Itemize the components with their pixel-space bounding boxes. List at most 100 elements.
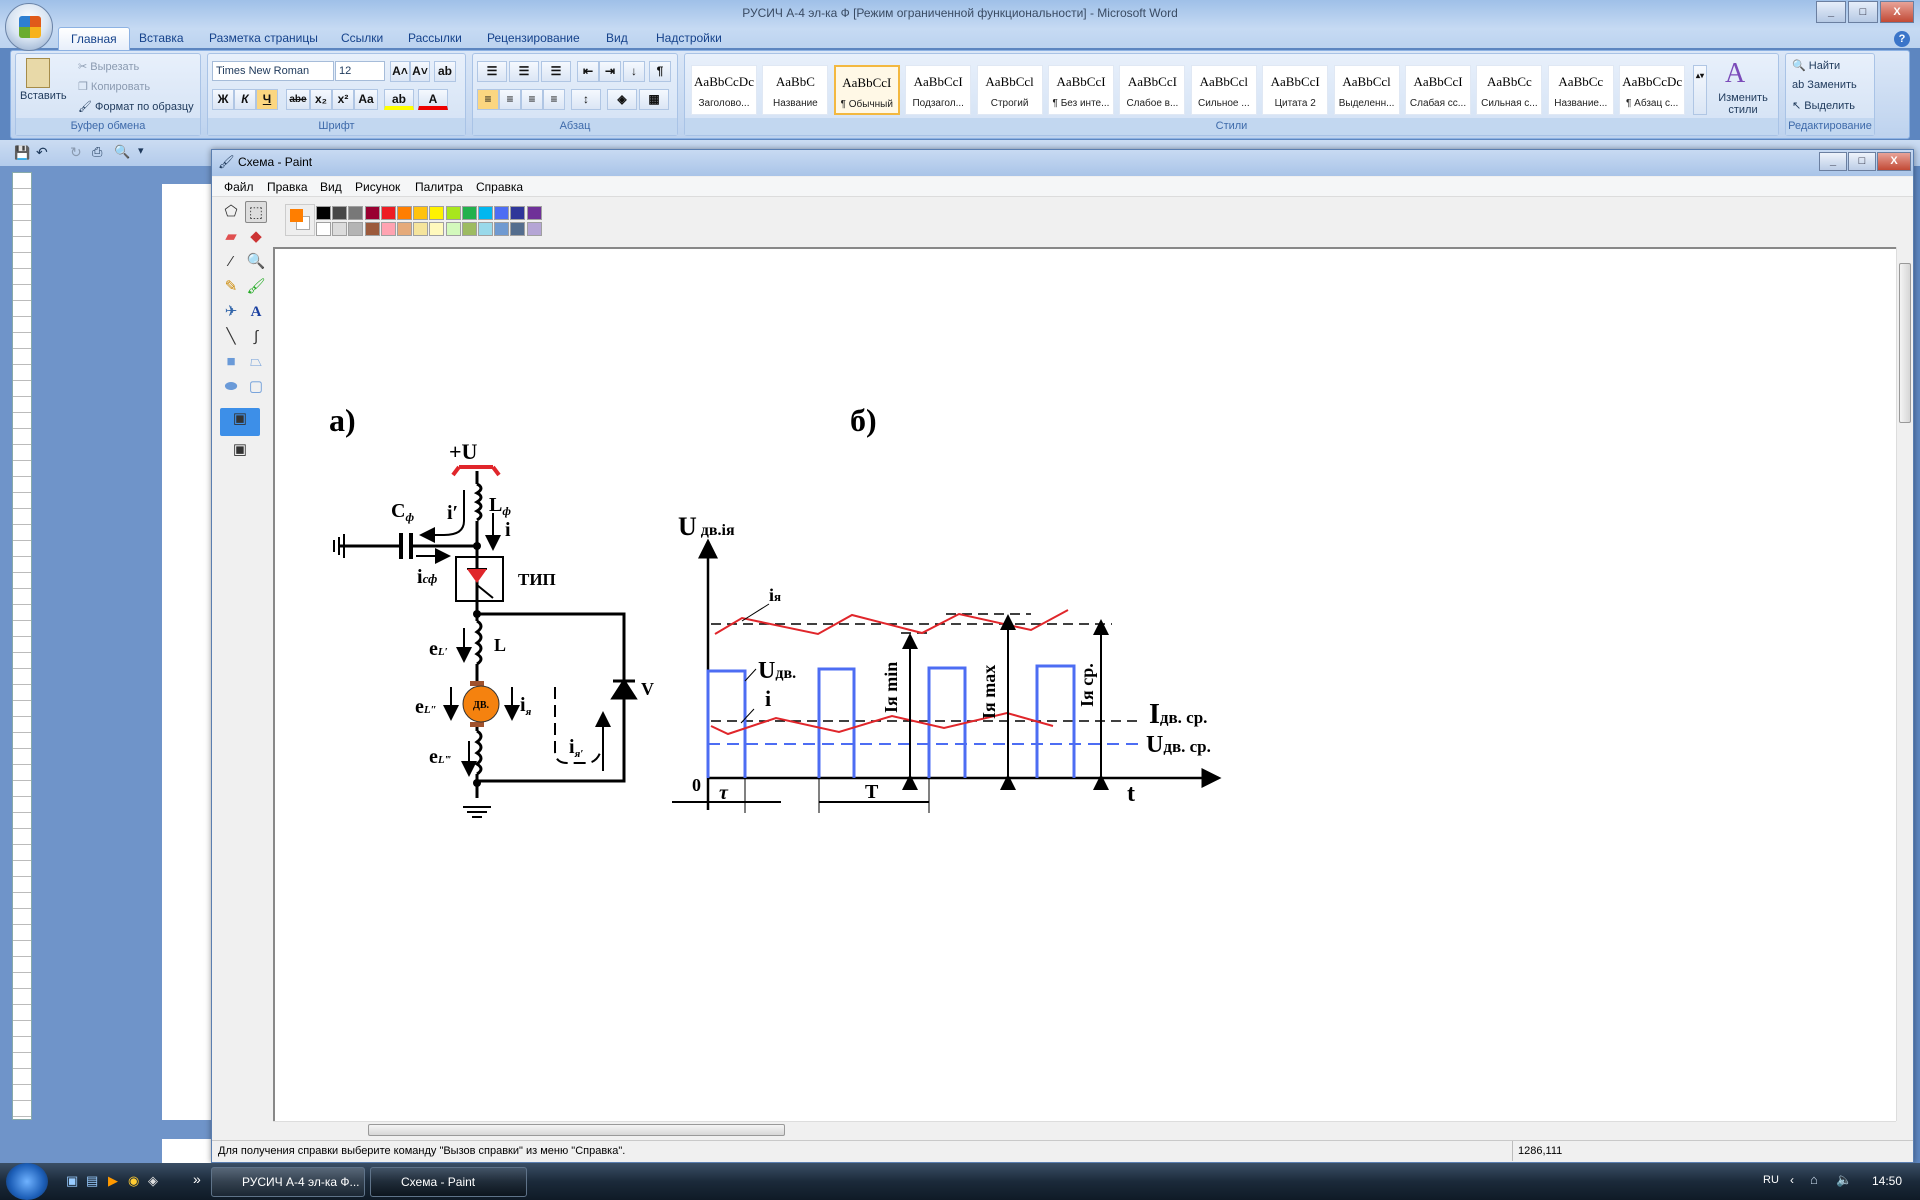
highlight-button[interactable]: ab (384, 89, 414, 110)
palette-color[interactable] (494, 206, 510, 220)
style-item[interactable]: AaBbCcI ¶ Обычный (833, 65, 900, 115)
copy-button[interactable]: ❐ Копировать (78, 80, 150, 93)
ellipse-icon[interactable]: ⬬ (220, 376, 242, 398)
text-icon[interactable]: A (245, 301, 267, 323)
media-player-icon[interactable]: ▶ (108, 1173, 118, 1189)
style-item[interactable]: AaBbCcI Подзагол... (905, 65, 972, 115)
menu-edit[interactable]: Правка (267, 180, 308, 194)
palette-color[interactable] (478, 206, 493, 220)
rectangle-icon[interactable]: ■ (220, 351, 242, 373)
shading-button[interactable]: ◈ (607, 89, 637, 110)
font-color-button[interactable]: A (418, 89, 448, 110)
volume-icon[interactable]: 🔈 (1836, 1172, 1852, 1188)
paint-close-button[interactable]: X (1877, 152, 1911, 171)
multilevel-button[interactable]: ☰ (541, 61, 571, 82)
taskbar-paint[interactable]: Схема - Paint (370, 1167, 527, 1197)
palette-color[interactable] (510, 222, 526, 236)
style-item[interactable]: AaBbCcDc Заголово... (691, 65, 757, 115)
paste-button[interactable]: Вставить (20, 90, 67, 102)
underline-button[interactable]: Ч (256, 89, 278, 110)
style-item[interactable]: AaBbCcl Строгий (976, 65, 1043, 115)
tab-review[interactable]: Рецензирование (487, 31, 580, 45)
taskbar-word[interactable]: РУСИЧ А-4 эл-ка Ф... (211, 1167, 365, 1197)
current-colors[interactable] (285, 204, 315, 236)
find-button[interactable]: 🔍 Найти (1792, 59, 1840, 72)
airbrush-icon[interactable]: ✈ (220, 301, 242, 323)
palette-color[interactable] (526, 206, 542, 220)
palette-color[interactable] (445, 206, 461, 220)
close-button[interactable]: X (1880, 1, 1914, 23)
style-item[interactable]: AaBbCcI Цитата 2 (1262, 65, 1329, 115)
palette-color[interactable] (397, 206, 412, 220)
align-left-button[interactable]: ≡ (477, 89, 499, 110)
style-item[interactable]: AaBbC Название (762, 65, 829, 115)
network-icon[interactable]: ⌂ (1810, 1172, 1818, 1187)
tab-mailings[interactable]: Рассылки (408, 31, 462, 45)
style-item[interactable]: AaBbCcDc ¶ Абзац с... (1619, 65, 1686, 115)
document-page[interactable] (162, 1139, 211, 1163)
palette-color[interactable] (348, 222, 364, 236)
subscript-button[interactable]: x₂ (310, 89, 332, 110)
tab-view[interactable]: Вид (606, 31, 628, 45)
borders-button[interactable]: ▦ (639, 89, 669, 110)
menu-image[interactable]: Рисунок (355, 180, 400, 194)
palette-color[interactable] (461, 222, 477, 236)
select-button[interactable]: ↖ Выделить (1792, 99, 1855, 112)
style-item[interactable]: AaBbCcI ¶ Без инте... (1048, 65, 1114, 115)
numbering-button[interactable]: ☰ (509, 61, 539, 82)
shrink-font-button[interactable]: A˅ (410, 61, 430, 82)
app-icon[interactable]: ◈ (148, 1173, 158, 1189)
curve-icon[interactable]: ∫ (245, 326, 267, 348)
style-item[interactable]: AaBbCcl Сильное ... (1190, 65, 1257, 115)
replace-button[interactable]: ab Заменить (1792, 79, 1857, 91)
increase-indent-button[interactable]: ⇥ (599, 61, 621, 82)
tab-addins[interactable]: Надстройки (656, 31, 722, 45)
menu-help[interactable]: Справка (476, 180, 523, 194)
strikethrough-button[interactable]: abe (286, 89, 310, 110)
menu-colors[interactable]: Палитра (415, 180, 463, 194)
palette-color[interactable] (332, 222, 348, 236)
document-page[interactable] (162, 184, 211, 1120)
drawing-canvas[interactable]: а) б) ДВ. +U Cф i′ Lф i iсф ТИП eL′ L eL… (273, 247, 1896, 1121)
horizontal-scroll-thumb[interactable] (368, 1124, 785, 1136)
decrease-indent-button[interactable]: ⇤ (577, 61, 599, 82)
rect-select-icon[interactable]: ⬚ (245, 201, 267, 223)
palette-color[interactable] (478, 222, 493, 236)
maximize-button[interactable]: □ (1848, 1, 1878, 23)
office-button[interactable] (5, 3, 53, 51)
palette-color[interactable] (510, 206, 526, 220)
tab-home[interactable]: Главная (58, 27, 130, 51)
save-icon[interactable]: 💾 (14, 145, 30, 161)
style-item[interactable]: AaBbCcI Слабое в... (1119, 65, 1186, 115)
palette-color[interactable] (429, 206, 445, 220)
style-item[interactable]: AaBbCcl Выделенн... (1333, 65, 1400, 115)
tab-references[interactable]: Ссылки (341, 31, 383, 45)
palette-color[interactable] (429, 222, 445, 236)
palette-color[interactable] (397, 222, 412, 236)
help-button[interactable]: ? (1894, 31, 1910, 47)
start-button[interactable] (6, 1163, 48, 1200)
rounded-rect-icon[interactable]: ▢ (245, 376, 267, 398)
switch-windows-icon[interactable]: ▤ (86, 1173, 98, 1189)
palette-color[interactable] (445, 222, 461, 236)
print-preview-icon[interactable]: 🔍 (114, 144, 130, 160)
tab-insert[interactable]: Вставка (139, 31, 184, 45)
change-styles-button[interactable]: Изменить стили (1715, 92, 1771, 116)
opaque-selection-option[interactable]: ▣ (220, 408, 260, 436)
line-spacing-button[interactable]: ↕ (571, 89, 601, 110)
superscript-button[interactable]: x² (332, 89, 354, 110)
sort-button[interactable]: ↓ (623, 61, 645, 82)
clock[interactable]: 14:50 (1872, 1174, 1902, 1188)
line-icon[interactable]: ╲ (220, 326, 242, 348)
polygon-icon[interactable]: ⏢ (245, 351, 267, 373)
fill-icon[interactable]: ◆ (245, 226, 267, 248)
menu-view[interactable]: Вид (320, 180, 342, 194)
eraser-icon[interactable]: ▰ (220, 226, 242, 248)
style-item[interactable]: AaBbCc Название... (1547, 65, 1614, 115)
grow-font-button[interactable]: A˄ (390, 61, 410, 82)
palette-color[interactable] (461, 206, 477, 220)
palette-color[interactable] (332, 206, 348, 220)
palette-color[interactable] (364, 222, 380, 236)
style-item[interactable]: AaBbCcI Слабая сс... (1405, 65, 1471, 115)
vertical-scroll-thumb[interactable] (1899, 263, 1911, 423)
